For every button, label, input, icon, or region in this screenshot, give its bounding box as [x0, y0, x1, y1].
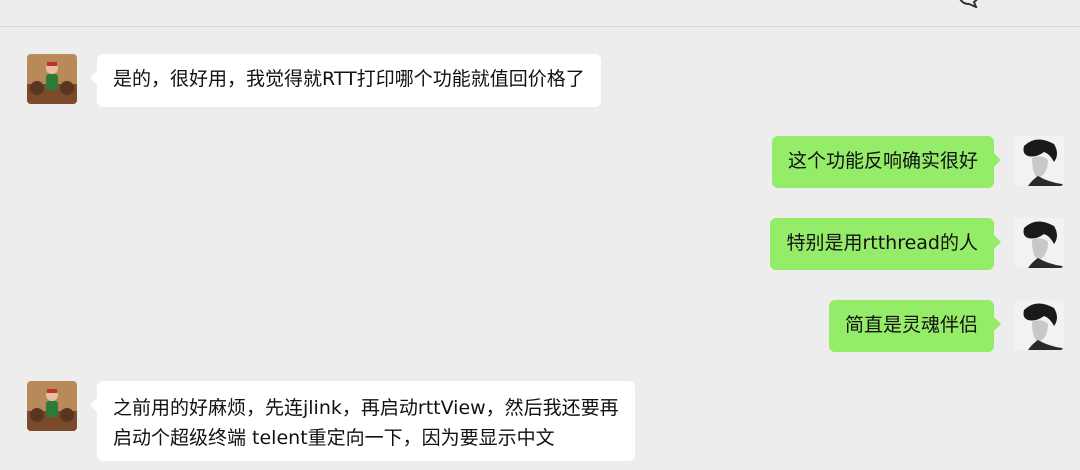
chat-header: [0, 0, 1080, 27]
message-text: 简直是灵魂伴侣: [844, 314, 978, 336]
message-bubble[interactable]: 特别是用rtthread的人: [770, 218, 1001, 270]
contact-avatar[interactable]: [27, 381, 77, 431]
self-avatar[interactable]: [1014, 136, 1064, 186]
message-bubble[interactable]: 之前用的好麻烦，先连jlink，再启动rttView，然后我还要再 启动个超级终…: [90, 381, 635, 461]
message-text-line: 启动个超级终端 telent重定向一下，因为要显示中文: [113, 427, 555, 449]
message-bubble[interactable]: 简直是灵魂伴侣: [828, 300, 1002, 352]
contact-avatar[interactable]: [27, 54, 77, 104]
message-text: 特别是用rtthread的人: [786, 232, 978, 254]
message-bubble[interactable]: 是的，很好用，我觉得就RTT打印哪个功能就值回价格了: [90, 54, 601, 107]
message-text: 是的，很好用，我觉得就RTT打印哪个功能就值回价格了: [113, 68, 585, 90]
chat-bubble-icon[interactable]: [954, 0, 984, 8]
message-text-line: 之前用的好麻烦，先连jlink，再启动rttView，然后我还要再: [113, 397, 619, 419]
message-bubble[interactable]: 这个功能反响确实很好: [771, 136, 1002, 188]
self-avatar[interactable]: [1014, 218, 1064, 268]
self-avatar[interactable]: [1014, 300, 1064, 350]
message-text: 这个功能反响确实很好: [787, 150, 978, 172]
